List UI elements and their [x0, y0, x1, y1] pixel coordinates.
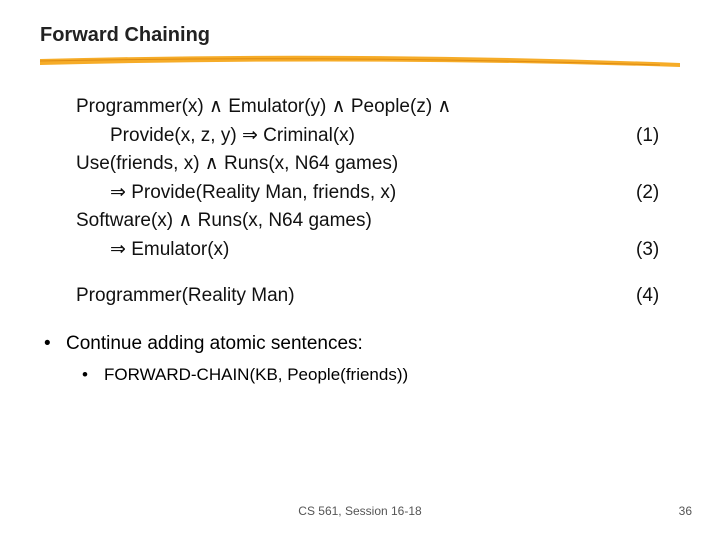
rule-number: (4) [636, 282, 680, 311]
slide: Forward Chaining Programmer(x) ∧ Emulato… [0, 0, 720, 540]
rule-2-line-2: ⇒ Provide(Reality Man, friends, x) (2) [76, 179, 680, 208]
title-underline [40, 55, 680, 69]
rule-2-line-1: Use(friends, x) ∧ Runs(x, N64 games) [76, 150, 680, 179]
bullet-list: • Continue adding atomic sentences: • FO… [40, 333, 680, 385]
brush-stroke-icon [40, 55, 680, 69]
footer-center: CS 561, Session 16-18 [0, 504, 720, 518]
rule-number: (2) [636, 179, 680, 208]
rule-3-line-1: Software(x) ∧ Runs(x, N64 games) [76, 207, 680, 236]
rules-block: Programmer(x) ∧ Emulator(y) ∧ People(z) … [76, 93, 680, 311]
bullet-dot-icon: • [82, 365, 104, 385]
rule-number: (1) [636, 122, 680, 151]
rule-text: ⇒ Provide(Reality Man, friends, x) [110, 179, 636, 208]
bullet-text: Continue adding atomic sentences: [66, 333, 363, 355]
rule-4: Programmer(Reality Man) (4) [76, 282, 680, 311]
rule-text: Programmer(x) ∧ Emulator(y) ∧ People(z) … [76, 93, 680, 122]
rule-text: Software(x) ∧ Runs(x, N64 games) [76, 207, 680, 236]
rule-text: Use(friends, x) ∧ Runs(x, N64 games) [76, 150, 680, 179]
bullet-text: FORWARD-CHAIN(KB, People(friends)) [104, 365, 408, 385]
slide-footer: CS 561, Session 16-18 36 [0, 504, 720, 518]
bullet-dot-icon: • [44, 333, 66, 355]
rule-text: ⇒ Emulator(x) [110, 236, 636, 265]
rule-1-line-2: Provide(x, z, y) ⇒ Criminal(x) (1) [76, 122, 680, 151]
rule-3-line-2: ⇒ Emulator(x) (3) [76, 236, 680, 265]
rule-text: Provide(x, z, y) ⇒ Criminal(x) [110, 122, 636, 151]
page-number: 36 [679, 504, 692, 518]
rule-1-line-1: Programmer(x) ∧ Emulator(y) ∧ People(z) … [76, 93, 680, 122]
slide-title: Forward Chaining [40, 24, 680, 47]
spacer [76, 264, 680, 282]
bullet-level-1: • Continue adding atomic sentences: [44, 333, 680, 355]
bullet-level-2: • FORWARD-CHAIN(KB, People(friends)) [82, 365, 680, 385]
rule-number: (3) [636, 236, 680, 265]
rule-text: Programmer(Reality Man) [76, 282, 636, 311]
